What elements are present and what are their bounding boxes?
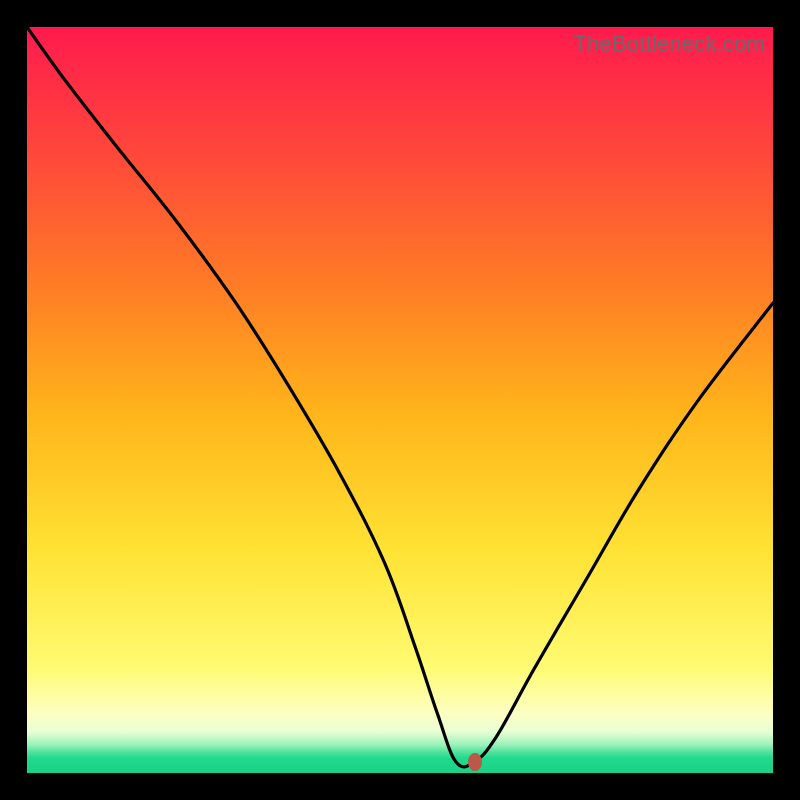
plot-area: TheBottleneck.com — [27, 27, 773, 773]
watermark-text: TheBottleneck.com — [573, 31, 765, 57]
bottleneck-curve — [27, 27, 773, 773]
curve-path — [27, 27, 773, 767]
optimal-point-marker — [468, 753, 482, 771]
chart-frame: TheBottleneck.com — [0, 0, 800, 800]
